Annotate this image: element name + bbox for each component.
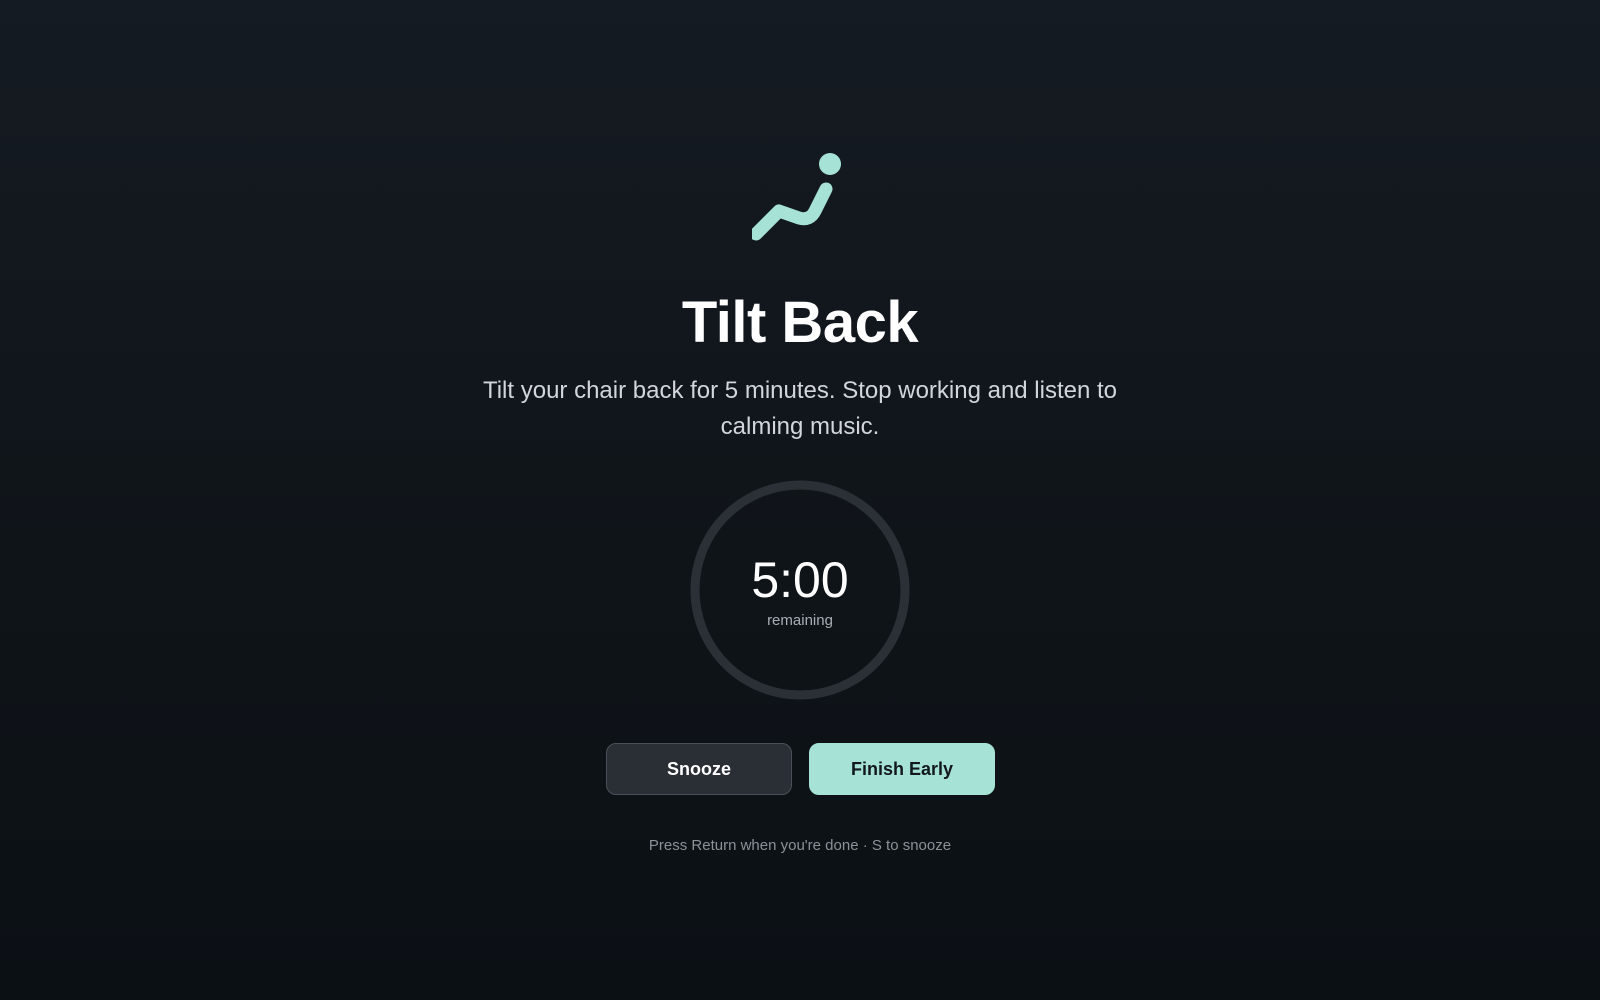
countdown-timer: 5:00 remaining [690,480,910,700]
finish-early-button[interactable]: Finish Early [809,743,995,795]
keyboard-hint: Press Return when you're done · S to sno… [648,837,952,854]
timer-value: 5:00 [751,552,849,608]
break-reminder-screen: Tilt Back Tilt your chair back for 5 min… [0,0,1600,1000]
timer-caption: remaining [767,612,833,629]
activity-description: Tilt your chair back for 5 minutes. Stop… [482,377,1118,440]
reclining-person-icon [749,148,848,244]
activity-title: Tilt Back [681,290,919,355]
snooze-button[interactable]: Snooze [606,743,792,795]
